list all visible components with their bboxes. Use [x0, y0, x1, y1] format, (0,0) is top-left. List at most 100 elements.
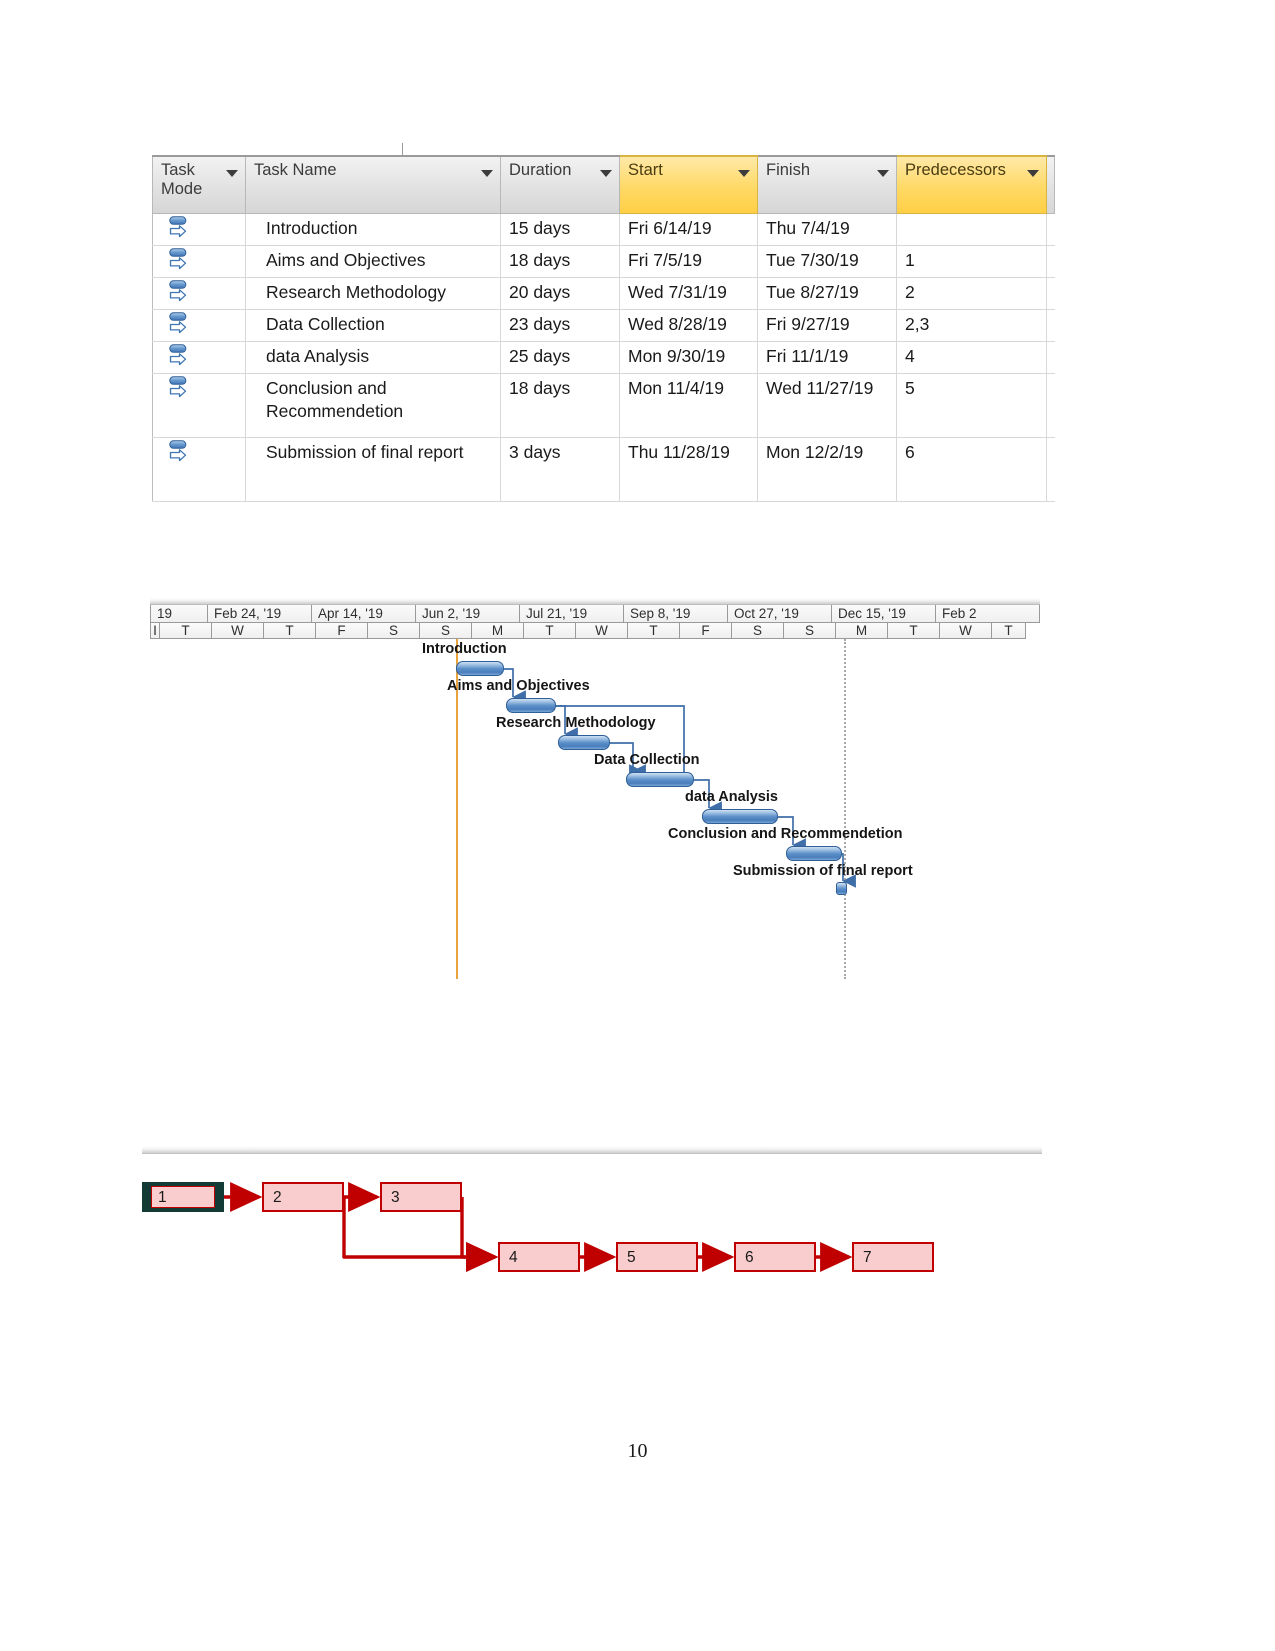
gantt-chart: 19 Feb 24, '19 Apr 14, '19 Jun 2, '19 Jul 21… — [150, 598, 1040, 1010]
table-row[interactable]: Data Collection 23 days Wed 8/28/19 Fri 9/2… — [152, 309, 1055, 342]
gantt-bar[interactable] — [506, 698, 556, 713]
cell-task-name[interactable]: Aims and Objectives — [245, 245, 501, 278]
filter-arrow-icon[interactable] — [226, 170, 238, 177]
cell-predecessors[interactable]: 6 — [896, 437, 1047, 502]
filter-arrow-icon[interactable] — [481, 170, 493, 177]
task-table-container: Task Mode Task Name Duration Start Finis… — [152, 155, 1055, 502]
cell-task-mode[interactable] — [152, 309, 246, 342]
column-header-predecessors[interactable]: Predecessors — [896, 155, 1047, 214]
cell-predecessors[interactable]: 2 — [896, 277, 1047, 310]
filter-arrow-icon[interactable] — [738, 170, 750, 177]
cell-task-mode[interactable] — [152, 277, 246, 310]
table-row[interactable]: Research Methodology 20 days Wed 7/31/19 Tu… — [152, 277, 1055, 310]
cell-task-mode[interactable] — [152, 245, 246, 278]
gantt-bar-label: Data Collection — [594, 752, 700, 768]
cell-predecessors[interactable]: 4 — [896, 341, 1047, 374]
cell-task-name[interactable]: Research Methodology — [245, 277, 501, 310]
column-header-next-partial[interactable] — [1046, 155, 1055, 214]
cell-duration[interactable]: 3 days — [500, 437, 620, 502]
cell-predecessors[interactable]: 5 — [896, 373, 1047, 438]
network-node[interactable]: 3 — [380, 1182, 462, 1212]
cell-duration[interactable]: 18 days — [500, 245, 620, 278]
network-diagram: 1 2 3 4 5 6 7 — [142, 1146, 1042, 1286]
cell-start[interactable]: Wed 7/31/19 — [619, 277, 758, 310]
cell-start[interactable]: Mon 11/4/19 — [619, 373, 758, 438]
timeline-minor-cell: F — [316, 623, 368, 639]
cell-finish[interactable]: Thu 7/4/19 — [757, 213, 897, 246]
network-node[interactable]: 1 — [142, 1182, 224, 1212]
network-node[interactable]: 5 — [616, 1242, 698, 1272]
gantt-bar[interactable] — [702, 809, 778, 824]
column-header-duration[interactable]: Duration — [500, 155, 620, 214]
filter-arrow-icon[interactable] — [600, 170, 612, 177]
table-row[interactable]: Conclusion and Recommendetion 18 days Mon … — [152, 373, 1055, 438]
network-link — [460, 1197, 499, 1272]
cell-task-name[interactable]: Data Collection — [245, 309, 501, 342]
network-node[interactable]: 7 — [852, 1242, 934, 1272]
gantt-bar[interactable] — [786, 846, 842, 861]
cell-start[interactable]: Fri 6/14/19 — [619, 213, 758, 246]
timeline-minor-cell: S — [784, 623, 836, 639]
timeline-major-cell: 19 — [150, 605, 208, 623]
timeline-minor-cell: T — [888, 623, 940, 639]
column-header-finish[interactable]: Finish — [757, 155, 897, 214]
gantt-bar[interactable] — [456, 661, 504, 676]
cell-start[interactable]: Fri 7/5/19 — [619, 245, 758, 278]
cell-finish[interactable]: Fri 11/1/19 — [757, 341, 897, 374]
cell-task-mode[interactable] — [152, 373, 246, 438]
table-row[interactable]: Aims and Objectives 18 days Fri 7/5/19 Tue … — [152, 245, 1055, 278]
cell-task-name[interactable]: Conclusion and Recommendetion — [245, 373, 501, 438]
cell-predecessors[interactable]: 1 — [896, 245, 1047, 278]
table-row[interactable]: Introduction 15 days Fri 6/14/19 Thu 7/4/19 — [152, 213, 1055, 246]
network-node[interactable]: 2 — [262, 1182, 344, 1212]
cell-finish[interactable]: Wed 11/27/19 — [757, 373, 897, 438]
timeline-major-cell: Jul 21, '19 — [520, 605, 624, 623]
gantt-bar[interactable] — [626, 772, 694, 787]
cell-task-mode[interactable] — [152, 437, 246, 502]
cell-finish[interactable]: Mon 12/2/19 — [757, 437, 897, 502]
filter-arrow-icon[interactable] — [877, 170, 889, 177]
cell-predecessors[interactable] — [896, 213, 1047, 246]
cell-task-name[interactable]: Introduction — [245, 213, 501, 246]
timeline-minor-cell: M — [472, 623, 524, 639]
cell-duration[interactable]: 18 days — [500, 373, 620, 438]
cell-duration[interactable]: 15 days — [500, 213, 620, 246]
timeline-major-cell: Sep 8, '19 — [624, 605, 728, 623]
column-header-start[interactable]: Start — [619, 155, 758, 214]
cell-finish[interactable]: Fri 9/27/19 — [757, 309, 897, 342]
column-header-task-mode[interactable]: Task Mode — [152, 155, 246, 214]
column-header-task-name[interactable]: Task Name — [245, 155, 501, 214]
timeline-major-cell: Dec 15, '19 — [832, 605, 936, 623]
cell-start[interactable]: Mon 9/30/19 — [619, 341, 758, 374]
gantt-plot-area: Introduction Aims and Objectives Research … — [150, 639, 1040, 1010]
network-node[interactable]: 4 — [498, 1242, 580, 1272]
column-header-label: Finish — [766, 161, 811, 179]
cell-overflow — [1046, 213, 1055, 246]
cell-duration[interactable]: 20 days — [500, 277, 620, 310]
cell-start[interactable]: Thu 11/28/19 — [619, 437, 758, 502]
network-node[interactable]: 6 — [734, 1242, 816, 1272]
timeline-minor-cell: T — [524, 623, 576, 639]
cell-task-mode[interactable] — [152, 341, 246, 374]
column-split-tick — [402, 143, 403, 155]
cell-task-mode[interactable] — [152, 213, 246, 246]
page-number: 10 — [627, 1440, 648, 1462]
cell-finish[interactable]: Tue 8/27/19 — [757, 277, 897, 310]
table-row[interactable]: Submission of final report 3 days Thu 11/2… — [152, 437, 1055, 502]
cell-finish[interactable]: Tue 7/30/19 — [757, 245, 897, 278]
cell-task-name[interactable]: data Analysis — [245, 341, 501, 374]
auto-schedule-icon — [169, 376, 189, 402]
cell-predecessors[interactable]: 2,3 — [896, 309, 1047, 342]
table-row[interactable]: data Analysis 25 days Mon 9/30/19 Fri 11/1/… — [152, 341, 1055, 374]
cell-start[interactable]: Wed 8/28/19 — [619, 309, 758, 342]
gantt-bar[interactable] — [836, 882, 847, 895]
filter-arrow-icon[interactable] — [1027, 170, 1039, 177]
cell-task-name[interactable]: Submission of final report — [245, 437, 501, 502]
auto-schedule-icon — [169, 344, 189, 370]
column-header-label: Predecessors — [905, 161, 1006, 179]
timeline-major-cell: Jun 2, '19 — [416, 605, 520, 623]
cell-duration[interactable]: 25 days — [500, 341, 620, 374]
cell-duration[interactable]: 23 days — [500, 309, 620, 342]
network-node-label: 1 — [151, 1186, 215, 1208]
gantt-bar[interactable] — [558, 735, 610, 750]
